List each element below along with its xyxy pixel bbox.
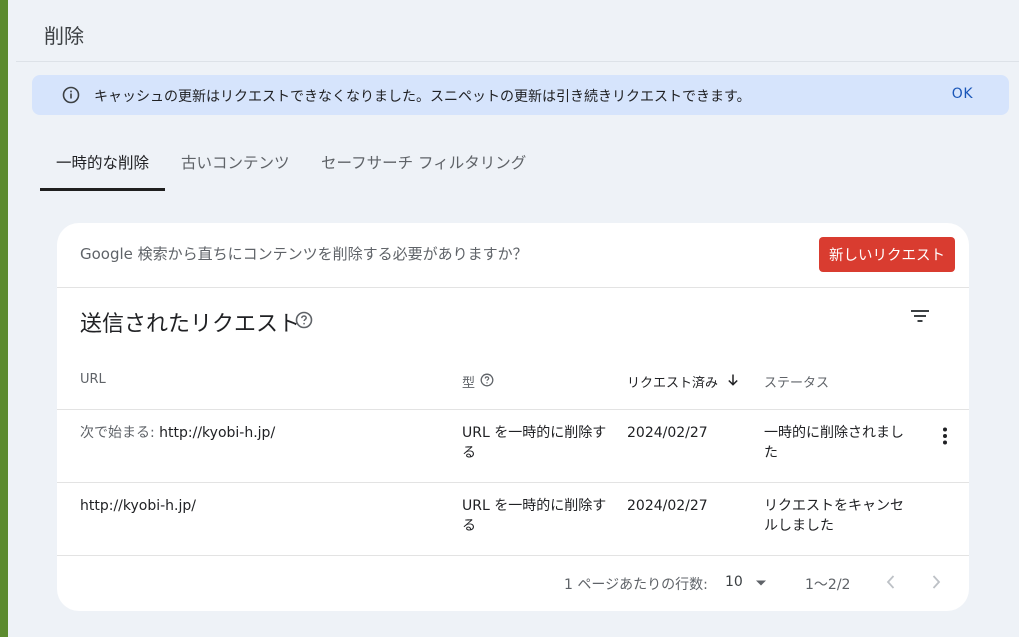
arrow-down-icon[interactable] (726, 373, 740, 387)
table-row-requested: 2024/02/27 (627, 425, 708, 441)
table-row-requested: 2024/02/27 (627, 498, 708, 514)
filter-icon[interactable] (909, 307, 931, 325)
page-title: 削除 (44, 24, 84, 48)
url-value: http://kyobi-h.jp/ (80, 498, 196, 514)
column-header-type: 型 (462, 376, 476, 391)
divider (57, 287, 969, 288)
help-icon[interactable] (480, 373, 494, 387)
top-bar: 削除 (16, 0, 1019, 62)
rows-per-page-value: 10 (725, 574, 743, 590)
banner-message: キャッシュの更新はリクエストできなくなりました。スニペットの更新は引き続きリクエ… (94, 89, 751, 105)
table-row-type: URL を一時的に削除する (462, 425, 607, 461)
url-prefix: 次で始まる: (80, 425, 160, 441)
more-vert-icon[interactable] (937, 426, 953, 446)
column-header-url: URL (80, 372, 106, 387)
column-header-status: ステータス (764, 376, 830, 391)
page-range: 1〜2/2 (805, 577, 851, 593)
help-icon[interactable] (295, 311, 313, 329)
section-title: 送信されたリクエスト (80, 312, 301, 337)
tab-outdated-content[interactable]: 古いコンテンツ (181, 140, 290, 190)
card-prompt: Google 検索から直ちにコンテンツを削除する必要がありますか？ (80, 245, 528, 263)
tab-temporary-removal[interactable]: 一時的な削除 (56, 140, 149, 190)
table-row-status: リクエストをキャンセルしました (764, 498, 904, 534)
divider (57, 482, 969, 483)
new-request-button[interactable]: 新しいリクエスト (819, 237, 955, 272)
rows-per-page-label: 1 ページあたりの行数: (564, 577, 708, 593)
chevron-right-icon[interactable] (928, 572, 944, 592)
active-tab-indicator (40, 188, 165, 191)
divider (57, 555, 969, 556)
tab-safesearch-filtering[interactable]: セーフサーチ フィルタリング (321, 140, 526, 190)
url-value: http://kyobi-h.jp/ (159, 425, 276, 441)
info-banner: キャッシュの更新はリクエストできなくなりました。スニペットの更新は引き続きリクエ… (32, 75, 1009, 115)
caret-down-icon (756, 580, 766, 586)
table-row-status: 一時的に削除されました (764, 425, 904, 461)
rows-per-page-select[interactable]: 10 (725, 569, 773, 597)
column-header-requested[interactable]: リクエスト済み (627, 372, 718, 391)
info-icon (62, 86, 80, 104)
table-row-url: 次で始まる: http://kyobi-h.jp/ (80, 423, 275, 443)
table-row-type: URL を一時的に削除する (462, 498, 607, 534)
requests-card: Google 検索から直ちにコンテンツを削除する必要がありますか？ 新しいリクエ… (57, 223, 969, 611)
chevron-left-icon[interactable] (883, 572, 899, 592)
table-row-url: http://kyobi-h.jp/ (80, 496, 196, 516)
banner-ok-button[interactable]: OK (952, 86, 973, 102)
divider (57, 409, 969, 410)
